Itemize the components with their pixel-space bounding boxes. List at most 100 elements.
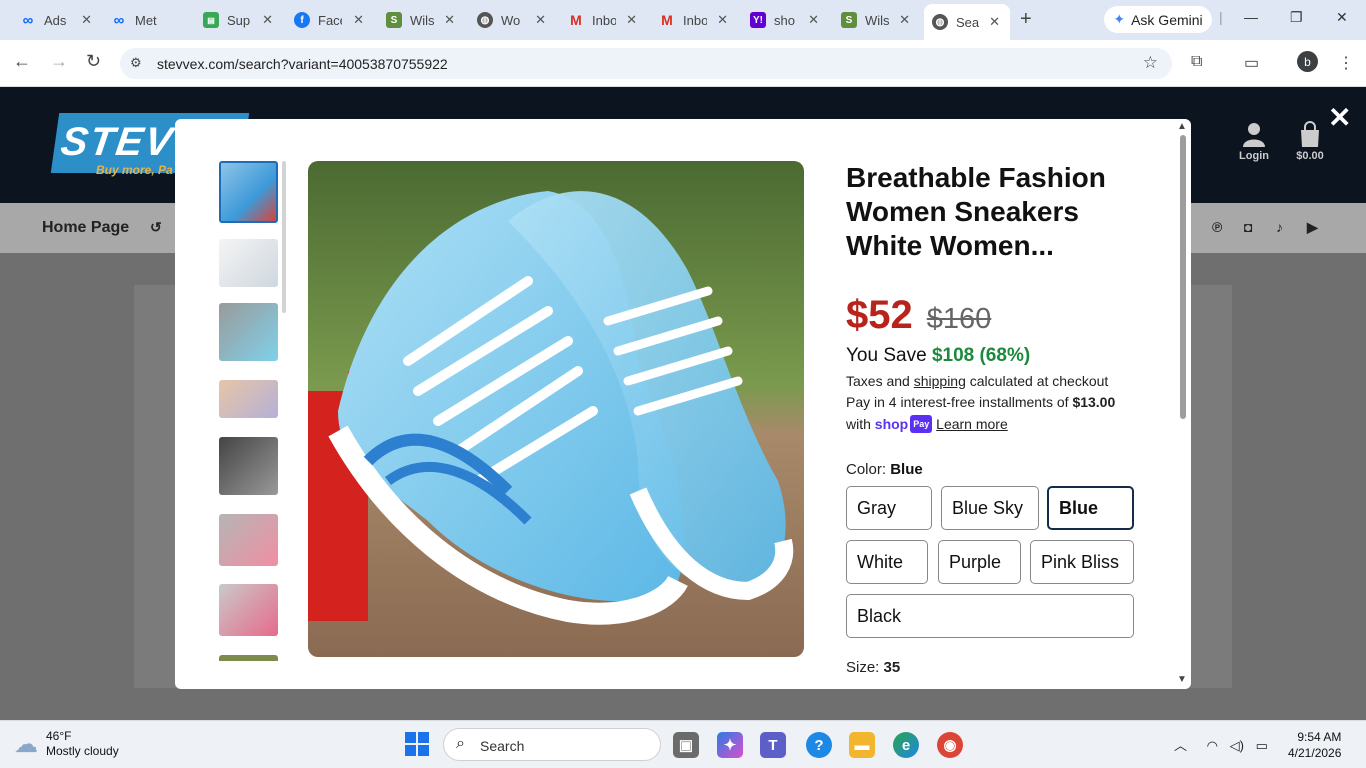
color-option-pink-bliss[interactable]: Pink Bliss bbox=[1030, 540, 1134, 584]
learn-more-link[interactable]: Learn more bbox=[936, 416, 1008, 432]
browser-tab-active[interactable]: ◍ Sea ✕ bbox=[924, 4, 1010, 40]
menu-kebab-icon[interactable]: ⋮ bbox=[1338, 53, 1354, 73]
task-view-icon[interactable]: ▣ bbox=[673, 732, 699, 758]
close-window-icon[interactable]: ✕ bbox=[1336, 9, 1348, 26]
close-tab-icon[interactable]: ✕ bbox=[353, 12, 364, 28]
installments-note: Pay in 4 interest-free installments of $… bbox=[846, 394, 1146, 410]
logo-tagline: Buy more, Pa bbox=[96, 163, 173, 177]
restore-icon[interactable]: ❐ bbox=[1290, 9, 1303, 26]
reload-icon[interactable]: ↻ bbox=[86, 51, 101, 72]
windows-taskbar: ☁ 46°F Mostly cloudy ⌕ Search ▣ ✦ T ? ▬ … bbox=[0, 720, 1366, 768]
color-label: Color: Blue bbox=[846, 461, 1146, 478]
new-tab-icon[interactable]: + bbox=[1020, 8, 1032, 31]
copilot-icon[interactable]: ✦ bbox=[717, 732, 743, 758]
close-tab-icon[interactable]: ✕ bbox=[899, 12, 910, 28]
battery-icon[interactable]: ▭ bbox=[1256, 738, 1268, 753]
thumbnail-gray-shoe[interactable] bbox=[219, 303, 278, 361]
price-row: $52 $160 bbox=[846, 293, 1146, 341]
weather-widget[interactable]: ☁ 46°F Mostly cloudy bbox=[14, 729, 119, 759]
web-page: STEVV Buy more, Pa Login $0.00 Home Page… bbox=[0, 87, 1366, 720]
edge-icon[interactable]: e bbox=[893, 732, 919, 758]
bookmark-star-icon[interactable]: ☆ bbox=[1143, 53, 1158, 73]
clock[interactable]: 9:54 AM 4/21/2026 bbox=[1288, 729, 1341, 761]
login-button[interactable]: Login bbox=[1232, 121, 1276, 162]
thumbnail-black-shoe[interactable] bbox=[219, 437, 278, 495]
instagram-icon[interactable]: ◘ bbox=[1244, 219, 1252, 235]
teams-icon[interactable]: T bbox=[760, 732, 786, 758]
close-tab-icon[interactable]: ✕ bbox=[717, 12, 728, 28]
thumbnail-purple-shoe[interactable] bbox=[219, 380, 278, 418]
pinterest-icon[interactable]: ℗ bbox=[1212, 219, 1222, 235]
forward-icon[interactable]: → bbox=[50, 51, 68, 72]
color-option-white[interactable]: White bbox=[846, 540, 928, 584]
help-icon[interactable]: ? bbox=[806, 732, 832, 758]
tiktok-icon[interactable]: ♪ bbox=[1276, 219, 1283, 235]
browser-tab[interactable]: S Wils ✕ bbox=[841, 7, 910, 33]
close-tab-icon[interactable]: ✕ bbox=[626, 12, 637, 28]
thumbnail-pink-shoe[interactable] bbox=[219, 514, 278, 566]
browser-tab[interactable]: Y! sho ✕ bbox=[750, 7, 819, 33]
color-option-black[interactable]: Black bbox=[846, 594, 1134, 638]
close-modal-icon[interactable]: ✕ bbox=[1328, 101, 1351, 134]
color-option-blue[interactable]: Blue bbox=[1047, 486, 1134, 530]
meta-icon: ∞ bbox=[22, 11, 34, 29]
browser-tab[interactable]: ▤ Sup ✕ bbox=[203, 7, 273, 33]
color-option-blue-sky[interactable]: Blue Sky bbox=[941, 486, 1039, 530]
login-label: Login bbox=[1239, 150, 1269, 162]
windows-start-icon[interactable] bbox=[405, 732, 429, 756]
shopify-icon: S bbox=[841, 12, 857, 28]
main-product-image[interactable] bbox=[308, 161, 804, 657]
color-option-purple[interactable]: Purple bbox=[938, 540, 1021, 584]
close-tab-icon[interactable]: ✕ bbox=[81, 12, 92, 28]
close-tab-icon[interactable]: ✕ bbox=[535, 12, 546, 28]
url-text[interactable]: stevvex.com/search?variant=4005387075592… bbox=[157, 56, 448, 72]
nav-home-link[interactable]: Home Page bbox=[42, 219, 129, 237]
shop-pay-line: with shop Pay Learn more bbox=[846, 415, 1146, 433]
color-option-gray[interactable]: Gray bbox=[846, 486, 932, 530]
back-icon[interactable]: ← bbox=[13, 51, 31, 72]
close-tab-icon[interactable]: ✕ bbox=[989, 14, 1000, 30]
site-info-icon[interactable]: ⚙ bbox=[130, 55, 142, 71]
scroll-up-arrow-icon[interactable]: ▲ bbox=[1177, 121, 1187, 132]
thumbnail-white-shoe[interactable] bbox=[219, 239, 278, 287]
extensions-icon[interactable]: ⧉ bbox=[1191, 53, 1202, 71]
close-tab-icon[interactable]: ✕ bbox=[808, 12, 819, 28]
browser-tab[interactable]: M Inbo ✕ bbox=[659, 7, 728, 33]
thumbnail-blue-shoe[interactable] bbox=[219, 161, 278, 223]
ask-gemini-button[interactable]: ✦ Ask Gemini bbox=[1104, 6, 1212, 33]
history-icon[interactable]: ↺ bbox=[150, 219, 162, 236]
tab-title: Sea bbox=[956, 14, 980, 30]
tab-title: Inbo bbox=[683, 12, 707, 28]
user-icon bbox=[1243, 123, 1265, 147]
profile-avatar[interactable]: b bbox=[1297, 51, 1318, 72]
omnibox[interactable]: ⚙ stevvex.com/search?variant=40053870755… bbox=[120, 48, 1172, 79]
taskbar-search[interactable]: ⌕ Search bbox=[443, 728, 661, 761]
browser-tab[interactable]: ∞ Ads ✕ bbox=[20, 7, 92, 33]
file-explorer-icon[interactable]: ▬ bbox=[849, 732, 875, 758]
browser-tab[interactable]: S Wils ✕ bbox=[386, 7, 455, 33]
browser-tab[interactable]: ◍ Wo ✕ bbox=[477, 7, 546, 33]
browser-tab[interactable]: f Face ✕ bbox=[294, 7, 364, 33]
sheet-icon: ▤ bbox=[203, 12, 219, 28]
shipping-link[interactable]: shipping bbox=[914, 373, 966, 389]
cart-button[interactable]: $0.00 bbox=[1292, 121, 1328, 162]
close-tab-icon[interactable]: ✕ bbox=[444, 12, 455, 28]
browser-tab[interactable]: M Inbo ✕ bbox=[568, 7, 637, 33]
thumbnail-more[interactable] bbox=[219, 655, 278, 661]
thumbnail-list bbox=[219, 161, 279, 661]
scroll-down-arrow-icon[interactable]: ▼ bbox=[1177, 674, 1187, 685]
modal-scrollbar[interactable] bbox=[1180, 135, 1186, 419]
minimize-icon[interactable]: — bbox=[1244, 9, 1258, 25]
thumbnail-pink-shoe-2[interactable] bbox=[219, 584, 278, 636]
close-tab-icon[interactable]: ✕ bbox=[262, 12, 273, 28]
quick-view-modal: Breathable Fashion Women Sneakers White … bbox=[175, 119, 1191, 689]
chrome-icon[interactable]: ◉ bbox=[937, 732, 963, 758]
wifi-icon[interactable]: ◠ bbox=[1207, 738, 1218, 753]
youtube-icon[interactable]: ▶ bbox=[1307, 219, 1318, 236]
system-tray[interactable]: ︿ ◠ ◁) ▭ bbox=[1174, 735, 1268, 754]
show-hidden-icons-icon[interactable]: ︿ bbox=[1174, 738, 1187, 753]
volume-icon[interactable]: ◁) bbox=[1230, 738, 1244, 753]
installment-amount: $13.00 bbox=[1072, 394, 1116, 410]
tab-search-icon[interactable]: ▭ bbox=[1244, 53, 1259, 73]
thumbnail-scrollbar[interactable] bbox=[282, 161, 286, 313]
